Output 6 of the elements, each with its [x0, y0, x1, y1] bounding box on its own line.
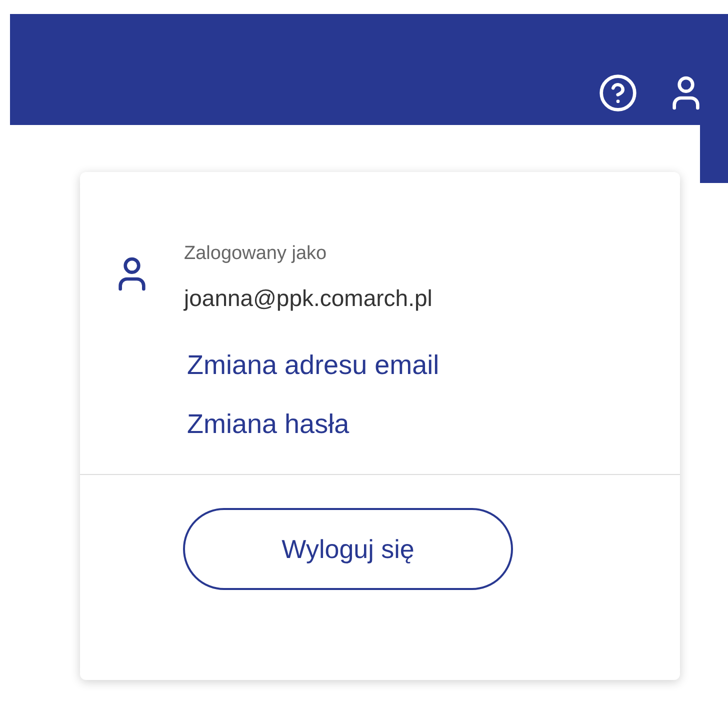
account-link[interactable]: Zmiana adresu email	[187, 345, 440, 386]
email: joanna@ppk.comarch.pl	[184, 284, 432, 313]
account-link[interactable]: Zmiana hasła	[187, 404, 350, 444]
caption: Zalogowany jako	[184, 242, 328, 266]
help-icon[interactable]	[598, 73, 638, 113]
logout-button[interactable]: Wyloguj się	[183, 508, 513, 590]
